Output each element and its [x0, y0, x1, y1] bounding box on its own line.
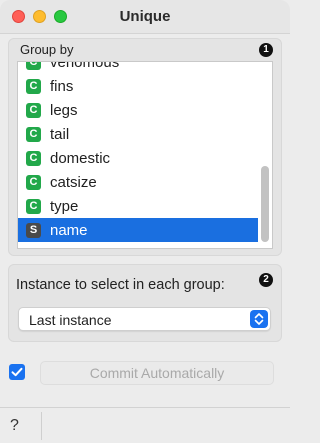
info-2-icon: 2: [259, 273, 273, 287]
status-separator: [41, 412, 42, 440]
list-item-fins[interactable]: Cfins: [18, 74, 258, 98]
list-item-label: name: [50, 221, 88, 239]
instance-box: Instance to select in each group: 2 Last…: [8, 264, 282, 342]
commit-button[interactable]: Commit Automatically: [40, 361, 274, 385]
checkmark-icon: [11, 367, 23, 377]
list-item-venomous[interactable]: Cvenomous: [18, 61, 258, 74]
continuous-variable-icon: C: [26, 102, 41, 118]
help-icon[interactable]: ?: [10, 417, 19, 435]
instance-select[interactable]: Last instance: [18, 307, 271, 331]
continuous-variable-icon: C: [26, 62, 41, 70]
window-title: Unique: [119, 8, 171, 25]
list-item-type[interactable]: Ctype: [18, 194, 258, 218]
list-item-label: fins: [50, 77, 74, 95]
title-bar: Unique: [0, 0, 290, 34]
string-variable-icon: S: [26, 222, 41, 238]
group-by-list-items: Cvenomous Cfins Clegs Ctail Cdomestic Ccatsiz…: [18, 61, 258, 242]
group-by-box: Group by 1 Cvenomous Cfins Clegs Ctail Cdome…: [8, 38, 282, 256]
list-item-label: catsize: [50, 173, 97, 191]
list-item-label: legs: [50, 101, 78, 119]
unique-window: Unique Group by 1 Cvenomous Cfins Clegs Cta…: [0, 0, 290, 443]
group-by-list[interactable]: Cvenomous Cfins Clegs Ctail Cdomestic Ccatsiz…: [17, 61, 273, 249]
list-item-tail[interactable]: Ctail: [18, 122, 258, 146]
list-scrollbar[interactable]: [261, 166, 269, 242]
list-item-label: type: [50, 197, 79, 215]
continuous-variable-icon: C: [26, 174, 41, 190]
continuous-variable-icon: C: [26, 78, 41, 94]
list-item-label: domestic: [50, 149, 111, 167]
list-item-catsize[interactable]: Ccatsize: [18, 170, 258, 194]
updown-chevron-icon: [250, 310, 268, 328]
auto-commit-checkbox[interactable]: [9, 364, 25, 380]
status-bar: ?: [0, 407, 290, 443]
list-item-domestic[interactable]: Cdomestic: [18, 146, 258, 170]
list-item-legs[interactable]: Clegs: [18, 98, 258, 122]
instance-label: Instance to select in each group:: [16, 277, 225, 293]
instance-select-value: Last instance: [29, 312, 112, 328]
list-item-label: tail: [50, 125, 70, 143]
continuous-variable-icon: C: [26, 198, 41, 214]
info-1-icon: 1: [259, 43, 273, 57]
continuous-variable-icon: C: [26, 150, 41, 166]
list-item-name[interactable]: Sname: [18, 218, 258, 242]
group-by-label: Group by: [20, 42, 74, 57]
list-item-label: venomous: [50, 61, 120, 71]
continuous-variable-icon: C: [26, 126, 41, 142]
